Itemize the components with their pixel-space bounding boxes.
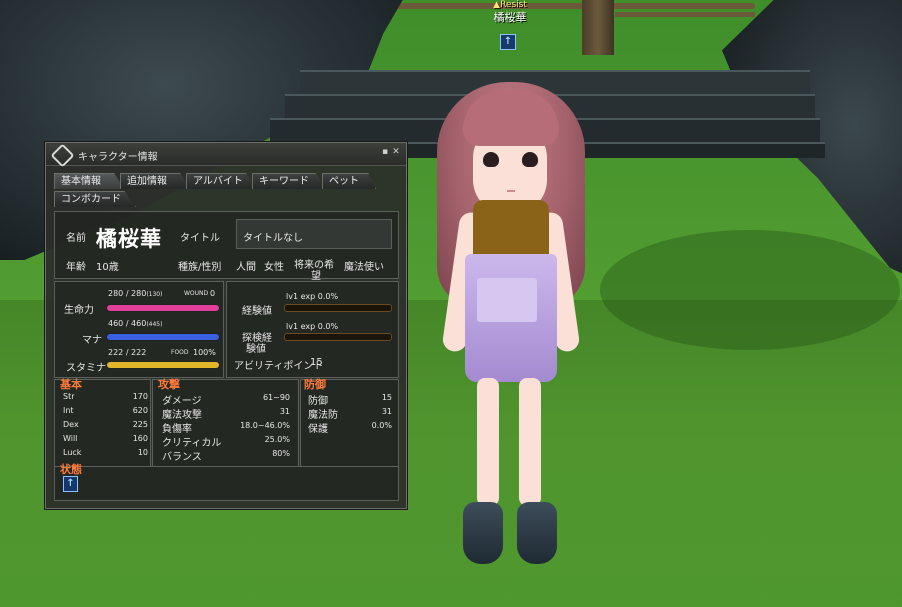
tab-bar: 基本情報 追加情報 アルバイト キーワード ペット [54, 173, 399, 189]
character-leg-right [519, 378, 541, 506]
stat-luck-value: 10 [137, 448, 148, 457]
tab-extra-info[interactable]: 追加情報 [120, 173, 190, 189]
magic-defense-value: 31 [381, 407, 392, 416]
minimize-button[interactable]: ▪ [380, 147, 390, 157]
wooden-fence [395, 3, 755, 9]
character-name: 橘桜華 [96, 227, 162, 251]
character-shoe-left [463, 502, 503, 564]
magic-defense-label: 魔法防 [308, 410, 338, 421]
character-shoe-right [517, 502, 557, 564]
stat-dex-label: Dex [63, 420, 79, 429]
up-arrow-icon: ↑ [500, 34, 516, 50]
wooden-fence-rail [615, 12, 755, 17]
gender-value: 女性 [264, 262, 284, 273]
stamina-value: 222 / 222 [108, 348, 147, 357]
protection-value: 0.0% [371, 421, 392, 430]
injury-rate-label: 負傷率 [162, 424, 192, 435]
stat-dex-value: 225 [132, 420, 148, 429]
stat-str-label: Str [63, 392, 75, 401]
defense-label: 防御 [308, 396, 328, 407]
tab-pet[interactable]: ペット [322, 173, 376, 189]
wound-label: WOUND [184, 290, 209, 297]
critical-value: 25.0% [264, 435, 290, 444]
title-label: タイトル [180, 233, 220, 244]
explore-level: lv1 exp 0.0% [286, 322, 339, 331]
age-value: 10歳 [96, 262, 119, 273]
hp-value: 280 / 280(130) [108, 289, 163, 298]
hp-label: 生命力 [64, 305, 94, 316]
food-label: FOOD [171, 349, 189, 356]
stamina-label: スタミナ [66, 363, 106, 374]
character-eye-left [483, 152, 499, 167]
explore-bar [284, 333, 392, 341]
damage-value: 61~90 [262, 393, 290, 402]
ability-point-value: 15 [310, 357, 323, 368]
hp-bar [106, 304, 220, 312]
npc-nameplate[interactable]: ▲Resist 橘桜華 [470, 0, 550, 25]
magic-attack-value: 31 [279, 407, 290, 416]
stamina-bar [106, 361, 220, 369]
stat-str-value: 170 [132, 392, 148, 401]
balance-value: 80% [272, 449, 290, 458]
character-bangs [463, 90, 559, 146]
stat-luck-label: Luck [63, 448, 82, 457]
stat-will-value: 160 [132, 434, 148, 443]
protection-label: 保護 [308, 424, 328, 435]
race-gender-label: 種族/性別 [178, 262, 222, 273]
defense-heading: 防御 [304, 378, 326, 391]
window-title: キャラクター情報 [78, 152, 158, 163]
up-arrow-icon[interactable]: ↑ [63, 476, 78, 492]
stat-will-label: Will [63, 434, 78, 443]
race-value: 人間 [236, 262, 256, 273]
character-mouth [507, 190, 515, 192]
base-heading: 基本 [60, 378, 82, 391]
character-apron [477, 278, 537, 322]
character-info-window[interactable]: ◇ キャラクター情報 ▪ ✕ 基本情報 追加情報 アルバイト キーワード ペット… [45, 142, 407, 509]
damage-label: ダメージ [162, 396, 202, 407]
dream-value: 魔法使い [344, 262, 384, 273]
tab-basic-info[interactable]: 基本情報 [54, 173, 124, 189]
exp-label: 経験値 [242, 306, 272, 317]
balance-label: バランス [162, 452, 202, 463]
stat-int-label: Int [63, 406, 74, 415]
mp-bar [106, 333, 220, 341]
tab-combo-card[interactable]: コンボカード [54, 191, 136, 207]
character-leg-left [477, 378, 499, 506]
stat-int-value: 620 [132, 406, 148, 415]
close-button[interactable]: ✕ [391, 147, 401, 157]
mp-value: 460 / 460(445) [108, 319, 163, 328]
player-character[interactable] [425, 82, 595, 577]
character-top [473, 200, 549, 262]
tree-stump [582, 0, 614, 55]
character-eye-right [522, 152, 538, 167]
explore-label-2: 験値 [246, 344, 266, 355]
npc-name: 橘桜華 [493, 11, 527, 24]
defense-value: 15 [381, 393, 392, 402]
tab-part-time-job[interactable]: アルバイト [186, 173, 256, 189]
title-value: タイトルなし [243, 233, 303, 244]
magic-attack-label: 魔法攻撃 [162, 410, 202, 421]
injury-rate-value: 18.0~46.0% [240, 421, 290, 430]
tab-keyword[interactable]: キーワード [252, 173, 326, 189]
food-value: 100% [193, 348, 216, 357]
attack-heading: 攻撃 [158, 378, 180, 391]
exp-level: lv1 exp 0.0% [286, 292, 339, 301]
state-heading: 状態 [60, 463, 82, 476]
character-emblem-icon: ◇ [50, 143, 75, 168]
mp-label: マナ [82, 335, 102, 346]
name-label: 名前 [66, 233, 86, 244]
dream-label-2: 望 [311, 271, 321, 282]
critical-label: クリティカル [162, 438, 222, 449]
age-label: 年齢 [66, 262, 86, 273]
wound-value: 0 [210, 289, 216, 298]
exp-bar [284, 304, 392, 312]
state-section [54, 466, 399, 501]
window-titlebar[interactable]: ◇ キャラクター情報 ▪ ✕ [46, 143, 406, 168]
